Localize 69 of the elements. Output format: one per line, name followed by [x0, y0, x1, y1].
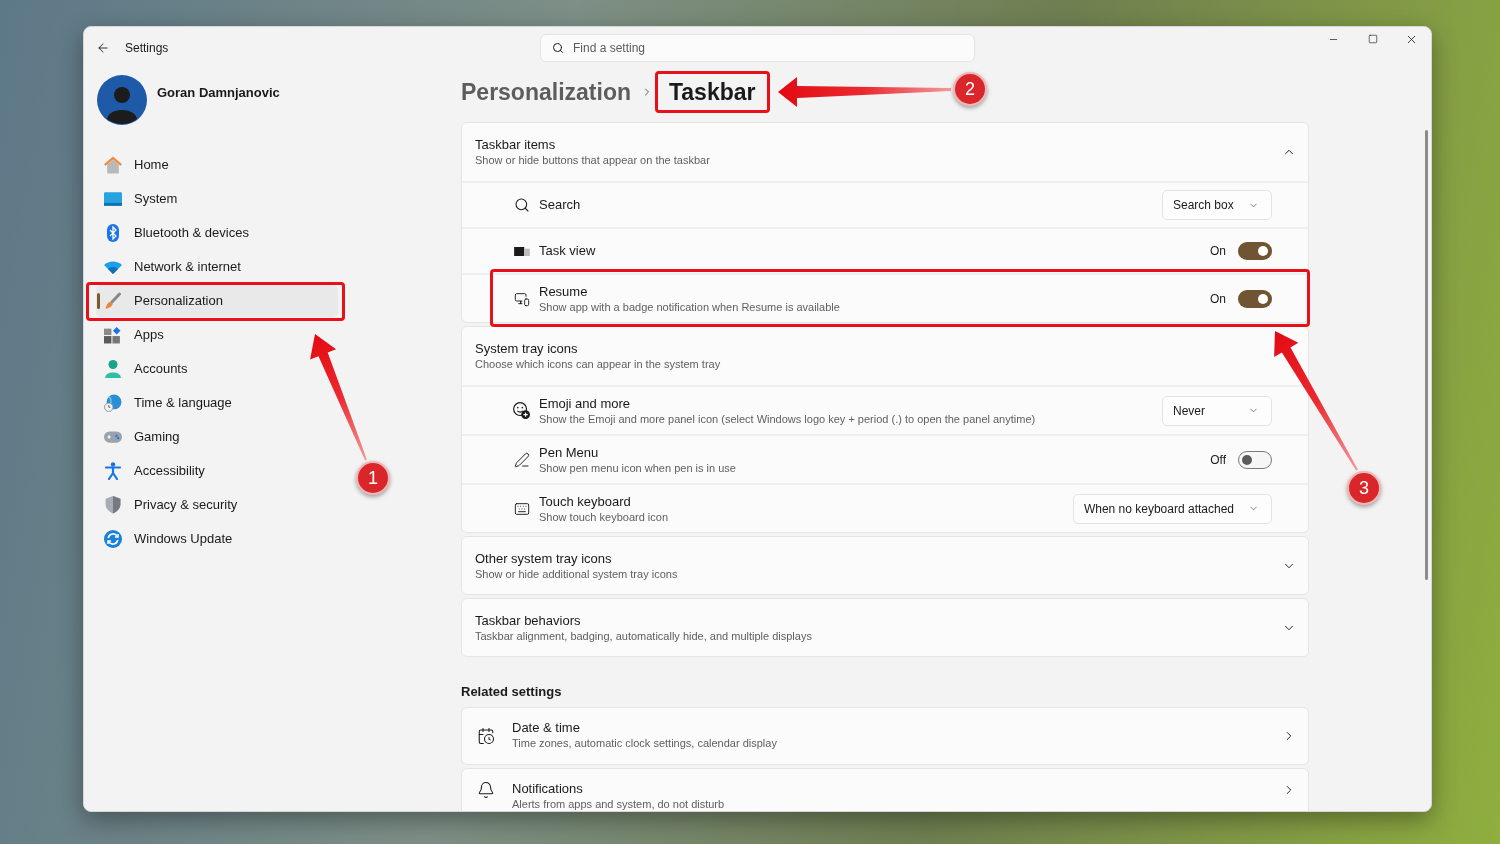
setting-label: Touch keyboard: [539, 493, 632, 510]
section-heading: Related settings: [461, 683, 563, 701]
toggle-state-label: On: [1210, 243, 1226, 260]
toggle-switch[interactable]: [1238, 242, 1272, 260]
related-setting-link[interactable]: Notifications Alerts from apps and system, do not disturb: [461, 768, 1309, 811]
avatar: [97, 75, 147, 125]
paintbrush-icon: [104, 292, 122, 310]
expander-header[interactable]: Other system tray icons Show or hide additional system tray icons: [462, 537, 1308, 594]
toggle-state-label: Off: [1210, 451, 1226, 469]
monitor-icon: [104, 190, 122, 208]
setting-description: Show touch keyboard icon: [539, 509, 670, 524]
person-icon: [104, 360, 122, 378]
sync-icon: [104, 530, 122, 548]
section-title: System tray icons: [475, 341, 579, 357]
maximize-icon: [1367, 34, 1378, 44]
globe-clock-icon: [104, 394, 122, 412]
sidebar-item[interactable]: Accessibility: [96, 455, 338, 487]
back-icon: [96, 41, 110, 55]
monitor-phone-icon: [513, 290, 530, 307]
keyboard-icon: [513, 500, 530, 517]
shield-icon: [104, 496, 122, 514]
accessibility-icon: [104, 462, 122, 480]
dropdown[interactable]: Never: [1162, 395, 1272, 426]
setting-description: Show the Emoji and more panel icon (select Windows logo key + period (.) to open the panel anytime): [539, 411, 1037, 426]
user-name: Goran Damnjanovic: [157, 85, 280, 101]
expander-header[interactable]: Taskbar behaviors Taskbar alignment, badging, automatically hide, and multiple displays: [462, 599, 1308, 656]
search-icon: [513, 197, 530, 213]
setting-label: Emoji and more: [539, 395, 632, 412]
calendar-clock-icon: [477, 727, 495, 745]
sidebar-item[interactable]: System: [96, 183, 338, 215]
dropdown[interactable]: Search box: [1162, 190, 1272, 220]
wifi-icon: [104, 258, 122, 276]
setting-label: Pen Menu: [539, 444, 600, 461]
tiles-icon: [104, 326, 122, 344]
related-setting-link[interactable]: Date & time Time zones, automatic clock settings, calendar display: [461, 707, 1309, 765]
expander-header[interactable]: Taskbar items Show or hide buttons that appear on the taskbar: [462, 123, 1308, 181]
setting-description: Show app with a badge notification when Resume is available: [539, 299, 841, 314]
sidebar-item[interactable]: Personalization: [96, 285, 338, 317]
task-view-icon: [513, 246, 530, 256]
selection-indicator: [97, 293, 100, 309]
toggle-state-label: On: [1210, 290, 1226, 308]
toggle-switch[interactable]: [1238, 289, 1272, 308]
sidebar-item[interactable]: Gaming: [96, 421, 338, 453]
dropdown[interactable]: When no keyboard attached: [1072, 493, 1272, 524]
page-title: Taskbar: [669, 78, 756, 106]
setting-label: Search: [539, 197, 582, 213]
section-description: Choose which icons can appear in the system tray: [475, 357, 722, 371]
bell-icon: [477, 781, 495, 799]
window-title: Settings: [125, 40, 169, 57]
pen-icon: [513, 451, 530, 468]
bluetooth-icon: [104, 224, 122, 242]
sidebar-item[interactable]: Apps: [96, 319, 338, 351]
search-icon: [552, 42, 564, 54]
sidebar-item[interactable]: Network & internet: [96, 251, 338, 283]
sidebar-item[interactable]: Windows Update: [96, 523, 338, 555]
sidebar-item[interactable]: Bluetooth & devices: [96, 217, 338, 249]
breadcrumb-link[interactable]: Personalization: [461, 78, 631, 106]
setting-description: Show pen menu icon when pen is in use: [539, 460, 737, 475]
toggle-switch[interactable]: [1238, 450, 1272, 469]
sidebar-item[interactable]: Accounts: [96, 353, 338, 385]
setting-label: Task view: [539, 243, 597, 259]
sidebar-item[interactable]: Home: [96, 149, 338, 181]
sidebar-item[interactable]: Privacy & security: [96, 489, 338, 521]
gamepad-icon: [104, 428, 122, 446]
search-field[interactable]: Find a setting: [540, 34, 975, 62]
setting-label: Resume: [539, 283, 589, 300]
scrollbar-thumb[interactable]: [1425, 130, 1428, 580]
home-icon: [104, 156, 122, 174]
emoji-add-icon: [513, 402, 530, 419]
